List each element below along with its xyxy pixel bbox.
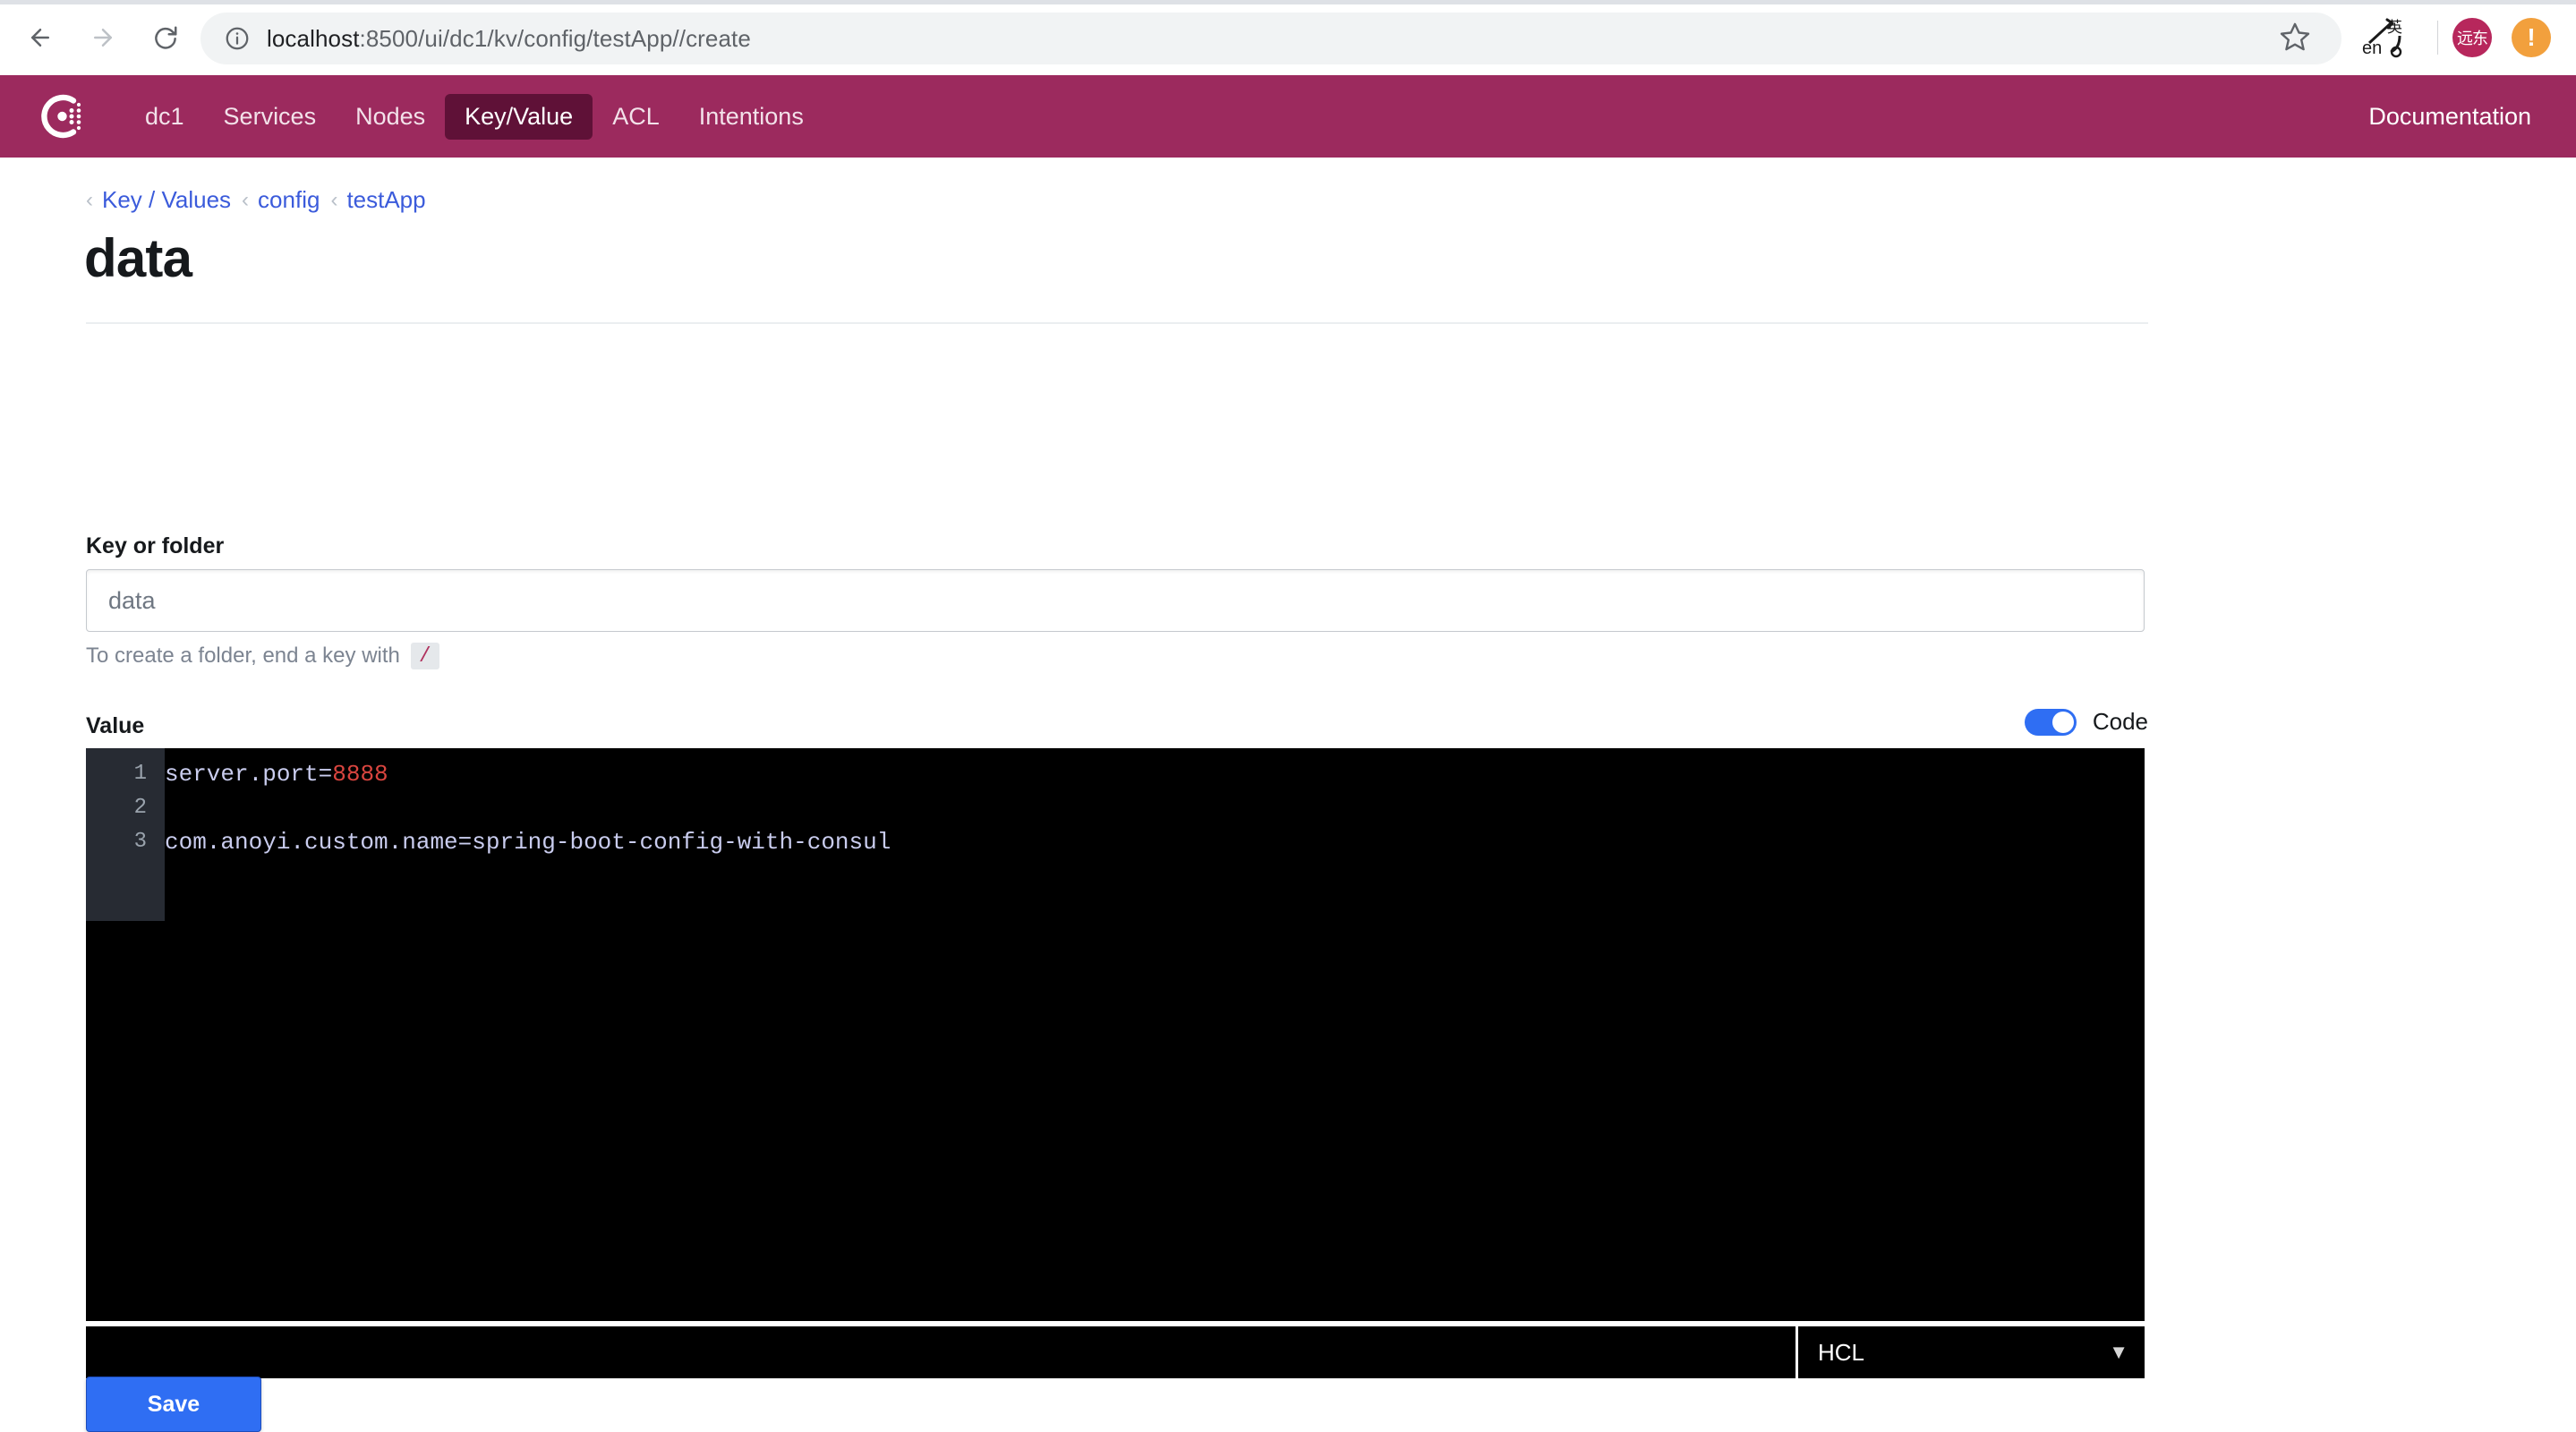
breadcrumb-separator-icon: ‹ <box>242 187 250 212</box>
line-number: 3 <box>133 830 147 854</box>
line-number: 2 <box>133 796 147 820</box>
breadcrumb-separator-icon: ‹ <box>330 187 338 212</box>
browser-tabstrip <box>0 0 2576 4</box>
address-bar-url: localhost:8500/ui/dc1/kv/config/testApp/… <box>267 25 751 53</box>
reload-icon[interactable] <box>145 17 186 58</box>
navbar-links: dc1 Services Nodes Key/Value ACL Intenti… <box>125 93 823 140</box>
alert-exclamation-icon[interactable]: ! <box>2512 18 2551 57</box>
forward-icon[interactable] <box>82 17 124 58</box>
key-hint: To create a folder, end a key with / <box>86 643 439 669</box>
line-value: 8888 <box>332 761 388 788</box>
editor-line: 1 server.port=8888 <box>86 757 2145 791</box>
consul-logo[interactable] <box>39 92 88 141</box>
line-content: server.port=8888 <box>150 757 388 791</box>
code-toggle[interactable]: Code <box>2024 708 2148 736</box>
nav-item-acl[interactable]: ACL <box>593 94 679 140</box>
nav-item-intentions[interactable]: Intentions <box>679 94 823 140</box>
breadcrumb-separator-icon: ‹ <box>86 187 93 212</box>
editor-footer: HCL ▼ <box>86 1326 2145 1378</box>
save-button[interactable]: Save <box>86 1377 261 1432</box>
language-select[interactable]: HCL ▼ <box>1796 1326 2145 1378</box>
editor-lines: 1 server.port=8888 2 3 com.anoyi.custom.… <box>86 748 2145 859</box>
info-circle-icon[interactable] <box>224 25 251 52</box>
back-icon[interactable] <box>20 17 61 58</box>
key-or-folder-label: Key or folder <box>86 533 225 558</box>
documentation-link[interactable]: Documentation <box>2368 103 2531 131</box>
url-host: localhost <box>267 24 360 52</box>
editor-line: 3 com.anoyi.custom.name=spring-boot-conf… <box>86 825 2145 859</box>
nav-item-key-value[interactable]: Key/Value <box>445 93 593 140</box>
code-toggle-label: Code <box>2092 708 2148 735</box>
page-content: ‹ Key / Values ‹ config ‹ testApp data K… <box>0 158 2576 1432</box>
key-hint-text: To create a folder, end a key with <box>86 644 400 668</box>
line-key: server.port= <box>165 761 333 788</box>
nav-item-dc1[interactable]: dc1 <box>125 94 204 140</box>
browser-nav-buttons <box>20 17 186 58</box>
breadcrumb-item-key-values[interactable]: Key / Values <box>102 186 231 214</box>
browser-chrome: localhost:8500/ui/dc1/kv/config/testApp/… <box>0 0 2576 75</box>
toolbar-divider <box>2437 21 2438 55</box>
key-hint-slash: / <box>410 643 439 669</box>
code-toggle-knob <box>2051 711 2074 733</box>
key-or-folder-input[interactable] <box>86 569 2145 632</box>
app-navbar: dc1 Services Nodes Key/Value ACL Intenti… <box>0 75 2576 158</box>
line-number: 1 <box>133 762 147 786</box>
address-bar[interactable]: localhost:8500/ui/dc1/kv/config/testApp/… <box>200 13 2341 64</box>
star-icon[interactable] <box>2279 21 2315 56</box>
nav-item-nodes[interactable]: Nodes <box>336 94 445 140</box>
nav-item-services[interactable]: Services <box>204 94 337 140</box>
breadcrumb: ‹ Key / Values ‹ config ‹ testApp <box>86 186 437 214</box>
browser-toolbar-right: en 英 远东 ! <box>2360 0 2576 75</box>
editor-line: 2 <box>86 791 2145 825</box>
language-select-value: HCL <box>1818 1338 1865 1366</box>
url-path: :8500/ui/dc1/kv/config/testApp//create <box>359 24 751 52</box>
translate-icon[interactable]: en 英 <box>2360 13 2410 63</box>
avatar[interactable]: 远东 <box>2452 18 2492 57</box>
chevron-down-icon: ▼ <box>2109 1341 2128 1363</box>
breadcrumb-item-config[interactable]: config <box>258 186 320 214</box>
breadcrumb-item-testapp[interactable]: testApp <box>346 186 425 214</box>
value-label: Value <box>86 713 145 738</box>
page-title: data <box>84 228 192 288</box>
value-code-editor[interactable]: 1 server.port=8888 2 3 com.anoyi.custom.… <box>86 748 2145 1321</box>
title-divider <box>86 322 2148 324</box>
line-content: com.anoyi.custom.name=spring-boot-config… <box>165 829 891 856</box>
code-toggle-switch[interactable] <box>2024 708 2077 736</box>
